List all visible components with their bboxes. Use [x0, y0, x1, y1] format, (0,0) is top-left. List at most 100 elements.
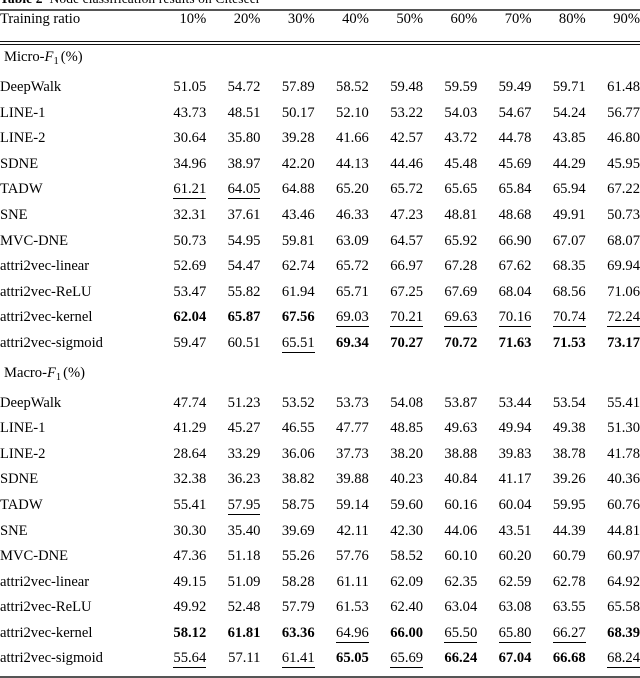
cell-value: 53.22 — [390, 104, 424, 121]
cell: 65.80 — [477, 625, 532, 651]
cell-value-best: 63.36 — [281, 624, 315, 641]
cell: 58.52 — [315, 79, 369, 105]
cell-value: 51.23 — [227, 394, 261, 411]
cell: 65.72 — [315, 258, 369, 284]
cell-value: 63.08 — [498, 599, 532, 616]
cell: 51.05 — [152, 79, 206, 105]
table-row: attri2vec-linear 52.69 54.47 62.74 65.72 66.9… — [0, 258, 640, 284]
cell-value: 63.09 — [336, 232, 369, 249]
cell: 64.05 — [206, 181, 261, 207]
cell: 71.53 — [531, 335, 586, 361]
cell-value: 46.80 — [607, 130, 640, 147]
cell: 51.30 — [586, 420, 640, 446]
caption-text: Node classification results on Citeseer — [50, 0, 261, 6]
cell: 68.24 — [586, 650, 640, 676]
table-row: attri2vec-kernel 62.04 65.87 67.56 69.03 70.2… — [0, 309, 640, 335]
row-label-attri2vec-sigmoid: attri2vec-sigmoid — [0, 650, 103, 667]
cell-value: 43.46 — [281, 206, 315, 223]
cell: 44.39 — [531, 523, 586, 549]
cell: 60.20 — [477, 548, 532, 574]
cell: 68.04 — [477, 283, 532, 310]
cell: 63.36 — [260, 624, 315, 651]
cell-value: 52.48 — [227, 599, 261, 616]
cell: 65.65 — [423, 181, 477, 207]
cell: 70.21 — [369, 309, 424, 335]
section-header-micro: Micro-F1 (%) — [0, 45, 640, 79]
row-label-mvc-dne: MVC-DNE — [0, 232, 69, 249]
row-label-mvc-dne: MVC-DNE — [0, 548, 69, 565]
cell-value: 54.24 — [552, 104, 586, 121]
cell-value: 46.55 — [281, 420, 315, 437]
cell: 54.03 — [423, 105, 477, 131]
cell-value-best: 58.12 — [173, 624, 207, 641]
cell-value-best: 67.04 — [498, 650, 532, 667]
cell-value: 42.30 — [390, 522, 424, 539]
cell-value: 39.88 — [336, 471, 369, 488]
cell-value: 68.35 — [552, 258, 586, 275]
cell-value-runner-up: 64.96 — [336, 624, 369, 643]
cell: 64.57 — [369, 233, 423, 259]
cell-value: 58.52 — [390, 548, 424, 565]
cell-value-runner-up: 72.24 — [607, 309, 640, 328]
row-label-deepwalk: DeepWalk — [0, 394, 62, 411]
cell: 47.77 — [315, 420, 369, 446]
cell: 69.94 — [586, 258, 640, 284]
cell-value: 53.44 — [498, 394, 532, 411]
cell: 33.29 — [206, 446, 261, 472]
cell-value-best: 66.00 — [390, 624, 424, 641]
cell-value: 30.64 — [173, 130, 207, 147]
cell-value: 65.72 — [390, 181, 424, 198]
cell-value: 63.04 — [444, 599, 478, 616]
cell: 54.47 — [206, 258, 261, 284]
cell: 54.95 — [206, 233, 261, 259]
cell-value: 62.40 — [390, 599, 424, 616]
cell-value-runner-up: 55.64 — [173, 650, 207, 669]
cell-value: 53.73 — [336, 394, 369, 411]
cell: 50.73 — [586, 207, 640, 233]
cell: 38.20 — [369, 446, 423, 472]
cell-value: 44.81 — [607, 522, 640, 539]
row-label-attri2vec-linear: attri2vec-linear — [0, 573, 90, 590]
cell: 40.23 — [369, 471, 423, 497]
cell: 57.95 — [206, 497, 261, 523]
cell: 39.83 — [477, 446, 532, 472]
cell: 58.12 — [152, 625, 206, 651]
cell-value: 59.59 — [444, 79, 478, 95]
cell-value: 45.48 — [444, 155, 478, 172]
table-row: attri2vec-kernel 58.12 61.81 63.36 64.96 66.0… — [0, 625, 640, 651]
row-label-attri2vec-relu: attri2vec-ReLU — [0, 283, 92, 300]
cell: 35.40 — [206, 523, 261, 549]
cell-value: 68.04 — [498, 283, 532, 300]
cell-value: 68.56 — [552, 283, 586, 300]
cell: 68.35 — [531, 258, 586, 284]
cell: 54.24 — [531, 104, 586, 131]
cell-value: 56.77 — [607, 104, 640, 121]
cell-value: 65.20 — [336, 181, 369, 198]
cell-value: 28.64 — [173, 445, 207, 462]
cell-value: 66.90 — [498, 232, 532, 249]
cell-value: 58.75 — [281, 496, 315, 513]
header-col-20: 20% — [233, 11, 261, 27]
cell: 59.48 — [369, 79, 423, 105]
results-table-body: Micro-F1 (%) DeepWalk 51.05 54.72 57.89 58.52 5… — [0, 45, 640, 676]
cell-value: 42.57 — [390, 130, 424, 147]
cell: 44.06 — [423, 523, 477, 549]
cell-value: 62.59 — [498, 573, 532, 590]
row-label-attri2vec-linear: attri2vec-linear — [0, 258, 90, 275]
cell-value: 67.07 — [552, 232, 586, 249]
cell-value: 60.04 — [498, 496, 532, 513]
cell: 48.81 — [423, 207, 477, 233]
cell: 58.75 — [260, 496, 315, 523]
cell: 67.28 — [423, 258, 477, 284]
cell-value-best: 67.56 — [281, 309, 315, 326]
cell: 62.35 — [423, 574, 477, 600]
cell-value: 49.38 — [552, 420, 586, 437]
cell-value: 60.79 — [552, 548, 586, 565]
cell-value-best: 70.27 — [390, 334, 424, 351]
cell: 58.28 — [260, 574, 315, 600]
cell-value: 60.97 — [607, 548, 640, 565]
cell: 43.72 — [423, 130, 477, 156]
cell: 62.40 — [369, 599, 423, 625]
cell: 72.24 — [586, 309, 640, 335]
table-row: attri2vec-sigmoid 55.64 57.11 61.41 65.05 65.… — [0, 650, 640, 676]
